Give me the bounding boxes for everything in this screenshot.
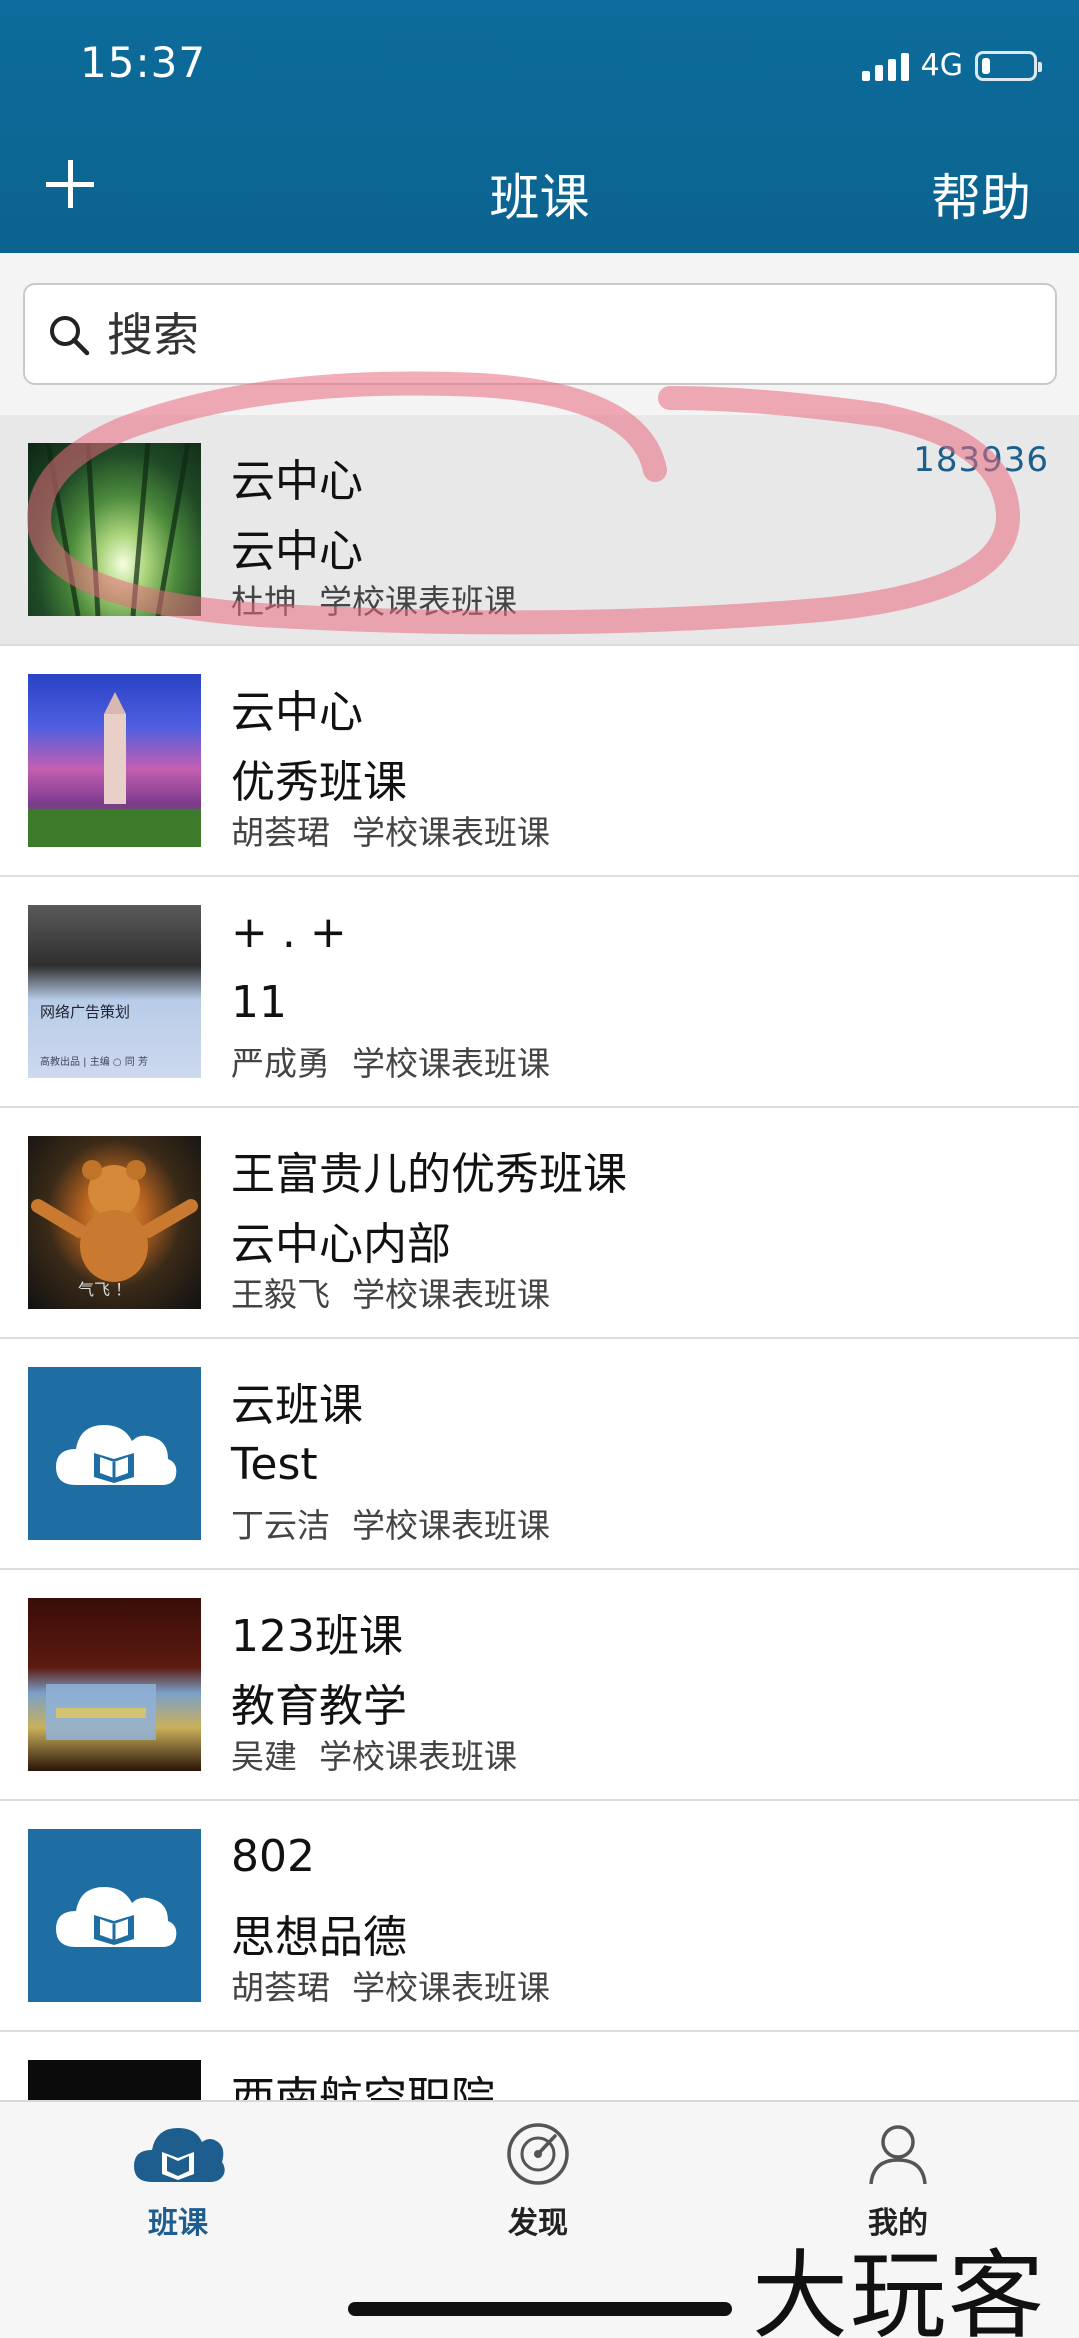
status-time: 15:37 <box>80 38 207 87</box>
signal-icon <box>861 51 909 81</box>
cloud-book-icon <box>134 2128 225 2182</box>
search-bar-area <box>0 253 1079 415</box>
person-icon <box>869 2125 927 2185</box>
thumbnail-caption: 气飞 ！ <box>78 1280 132 1299</box>
course-type: 学校课表班课 <box>352 1968 550 2007</box>
course-type: 学校课表班课 <box>319 582 517 621</box>
app-header: 15:37 4G 班课 帮助 <box>0 0 1079 253</box>
course-row[interactable]: 网络广告策划 高教出品 | 主编 ○ 同 芳 + . + 11 严成勇 学校课表班… <box>0 877 1079 1108</box>
search-icon <box>50 316 90 356</box>
home-indicator[interactable] <box>348 2302 732 2316</box>
course-subtitle: 思想品德 <box>231 1912 407 1963</box>
tab-discover[interactable]: 发现 <box>438 2122 638 2242</box>
course-subtitle: Test <box>231 1439 318 1490</box>
course-thumbnail <box>28 1598 201 1771</box>
course-teacher: 胡荟珺 <box>231 1968 330 2007</box>
help-button[interactable]: 帮助 <box>931 158 1031 230</box>
course-teacher: 严成勇 <box>231 1044 330 1083</box>
search-input[interactable] <box>107 299 1007 371</box>
course-teacher: 胡荟珺 <box>231 813 330 852</box>
tab-courses[interactable]: 班课 <box>78 2122 278 2242</box>
course-subtitle: 云中心 <box>231 526 363 577</box>
course-meta: 吴建 学校课表班课 <box>231 1730 517 1778</box>
course-meta: 杜坤 学校课表班课 <box>231 575 517 623</box>
course-subtitle: 优秀班课 <box>231 757 407 808</box>
course-name: + . + <box>231 907 347 958</box>
course-list: 云中心 云中心 杜坤 学校课表班课 183936 云中心 优秀班课 胡荟珺 学校课表… <box>0 415 1079 2263</box>
thumbnail-subcaption: 高教出品 | 主编 ○ 同 芳 <box>40 1057 148 1068</box>
cloud-book-logo-icon <box>28 1829 201 2002</box>
course-meta: 丁云洁 学校课表班课 <box>231 1499 550 1547</box>
course-thumbnail: 气飞 ！ <box>28 1136 201 1309</box>
course-teacher: 王毅飞 <box>231 1275 330 1314</box>
cloud-book-logo-icon <box>28 1367 201 1540</box>
course-row[interactable]: 气飞 ！ 王富贵儿的优秀班课 云中心内部 王毅飞 学校课表班课 <box>0 1108 1079 1339</box>
course-type: 学校课表班课 <box>352 1044 550 1083</box>
course-type: 学校课表班课 <box>319 1737 517 1776</box>
battery-icon <box>975 50 1042 81</box>
course-teacher: 吴建 <box>231 1737 297 1776</box>
course-thumbnail: 网络广告策划 高教出品 | 主编 ○ 同 芳 <box>28 905 201 1078</box>
course-name: 云中心 <box>231 456 363 507</box>
course-row[interactable]: 云班课 Test 丁云洁 学校课表班课 <box>0 1339 1079 1570</box>
course-meta: 严成勇 学校课表班课 <box>231 1037 550 1085</box>
course-subtitle: 11 <box>231 977 287 1028</box>
course-meta: 胡荟珺 学校课表班课 <box>231 1961 550 2009</box>
course-type: 学校课表班课 <box>352 1275 550 1314</box>
status-indicators: 4G <box>861 48 1042 83</box>
course-row[interactable]: 802 思想品德 胡荟珺 学校课表班课 <box>0 1801 1079 2032</box>
course-teacher: 杜坤 <box>231 582 297 621</box>
course-name: 云班课 <box>231 1380 363 1431</box>
tab-discover-label: 发现 <box>508 2206 568 2241</box>
course-thumbnail <box>28 674 201 847</box>
course-thumbnail <box>28 443 201 616</box>
course-subtitle: 教育教学 <box>231 1681 407 1732</box>
course-meta: 胡荟珺 学校课表班课 <box>231 806 550 854</box>
thumbnail-caption: 网络广告策划 <box>40 1003 131 1021</box>
course-subtitle: 云中心内部 <box>231 1219 451 1270</box>
course-teacher: 丁云洁 <box>231 1506 330 1545</box>
watermark: 大玩客 <box>752 2240 1046 2338</box>
course-type: 学校课表班课 <box>352 1506 550 1545</box>
course-name: 123班课 <box>231 1611 403 1662</box>
compass-icon <box>507 2123 569 2185</box>
course-row[interactable]: 云中心 优秀班课 胡荟珺 学校课表班课 <box>0 646 1079 877</box>
course-name: 王富贵儿的优秀班课 <box>231 1149 627 1200</box>
course-type: 学校课表班课 <box>352 813 550 852</box>
tab-courses-label: 班课 <box>148 2206 208 2241</box>
course-name: 云中心 <box>231 687 363 738</box>
network-type: 4G <box>920 48 963 83</box>
search-box[interactable] <box>23 283 1057 385</box>
course-meta: 王毅飞 学校课表班课 <box>231 1268 550 1316</box>
course-row[interactable]: 123班课 教育教学 吴建 学校课表班课 <box>0 1570 1079 1801</box>
page-title: 班课 <box>489 169 590 227</box>
course-code: 183936 <box>913 440 1049 480</box>
course-row[interactable]: 云中心 云中心 杜坤 学校课表班课 183936 <box>0 415 1079 646</box>
course-name: 802 <box>231 1831 315 1882</box>
